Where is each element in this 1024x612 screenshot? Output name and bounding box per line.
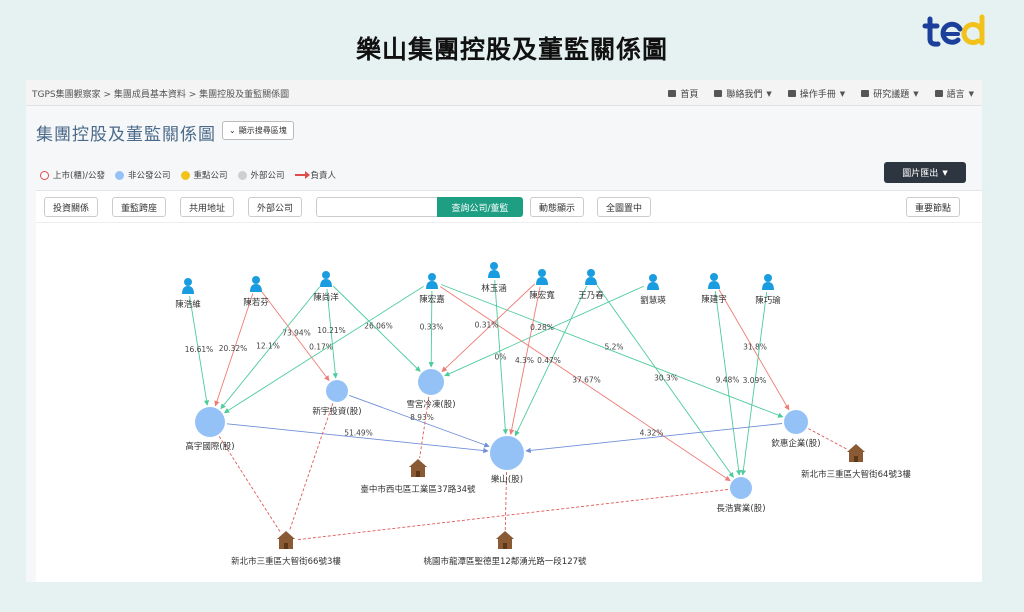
person-label: 陳宏寬 bbox=[529, 290, 555, 301]
app-window: TGPS集團觀察家 > 集團成員基本資料 > 集團控股及董監關係圖 首頁 聯絡我… bbox=[26, 80, 982, 582]
person-label: 陳尚洋 bbox=[313, 292, 339, 303]
address-node[interactable]: 桃園市龍潭區聖德里12鄰湧光路一段127號 bbox=[423, 531, 587, 567]
company-node[interactable]: 長浩實業(股) bbox=[716, 477, 766, 514]
edge-label: 16.61% bbox=[185, 345, 214, 354]
address-label: 新北市三重區大智街66號3樓 bbox=[231, 556, 341, 567]
person-node[interactable]: 陳浩維 bbox=[175, 278, 201, 310]
company-label: 長浩實業(股) bbox=[716, 503, 765, 514]
edge-label: 0.17% bbox=[309, 343, 333, 352]
person-label: 王乃春 bbox=[578, 290, 604, 301]
person-node[interactable]: 陳建宇 bbox=[701, 273, 727, 305]
graph-panel: 投資關係 董監跨座 共用地址 外部公司 查詢公司/董監 動態顯示 全圖置中 重要… bbox=[36, 190, 982, 582]
edge-label: 37.67% bbox=[572, 376, 601, 385]
edge-label: 20.32% bbox=[219, 344, 248, 353]
person-node[interactable]: 林玉涵 bbox=[481, 262, 507, 294]
person-node[interactable]: 王乃春 bbox=[578, 269, 604, 301]
person-node[interactable]: 陳尚洋 bbox=[313, 271, 339, 303]
edge-address bbox=[296, 489, 729, 541]
company-node[interactable]: 樂山(股) bbox=[490, 436, 524, 485]
person-node[interactable]: 陳巧瑜 bbox=[755, 274, 781, 306]
person-label: 劉慧瑛 bbox=[640, 295, 666, 306]
page-title: 樂山集團控股及董監關係圖 bbox=[355, 35, 668, 64]
edge-label: 10.21% bbox=[317, 326, 346, 335]
address-label: 桃園市龍潭區聖德里12鄰湧光路一段127號 bbox=[423, 556, 587, 567]
company-label: 新宇投資(股) bbox=[312, 406, 361, 417]
person-node[interactable]: 陳若芬 bbox=[243, 276, 269, 308]
edge-label: 0.31% bbox=[475, 321, 499, 330]
edge-label: 73.94% bbox=[282, 329, 311, 338]
brand-logo bbox=[922, 14, 985, 47]
company-node[interactable]: 雪宮冷凍(股) bbox=[406, 369, 456, 410]
edge-label: 0.28% bbox=[530, 323, 554, 332]
company-node[interactable]: 新宇投資(股) bbox=[312, 380, 362, 417]
edge-label: 0% bbox=[495, 353, 507, 362]
address-label: 臺中市西屯區工業區37路34號 bbox=[360, 484, 476, 495]
company-label: 高宇國際(股) bbox=[185, 441, 234, 452]
address-label: 新北市三重區大智街64號3樓 bbox=[801, 469, 911, 480]
person-label: 陳宏嘉 bbox=[419, 294, 445, 305]
edge-label: 9.48% bbox=[716, 376, 740, 385]
edge-label: 0.47% bbox=[537, 356, 561, 365]
edge-label: 30.3% bbox=[654, 374, 678, 383]
company-node[interactable]: 高宇國際(股) bbox=[185, 407, 235, 452]
person-label: 林玉涵 bbox=[481, 283, 507, 294]
relationship-graph[interactable]: 16.61% 20.32% 73.94%12.1% 10.21% 26.06% 0.17%… bbox=[26, 80, 982, 582]
edge-label: 3.09% bbox=[743, 376, 767, 385]
edge-label: 5.2% bbox=[604, 343, 623, 352]
address-node[interactable]: 臺中市西屯區工業區37路34號 bbox=[360, 459, 476, 495]
person-node[interactable]: 陳宏嘉 bbox=[419, 273, 445, 305]
company-node[interactable]: 欽惠企業(股) bbox=[771, 410, 821, 449]
person-node[interactable]: 劉慧瑛 bbox=[640, 274, 666, 306]
edge-label: 8.93% bbox=[410, 413, 434, 422]
company-label: 欽惠企業(股) bbox=[771, 438, 820, 449]
edge-label: 31.8% bbox=[743, 343, 767, 352]
edge-address bbox=[289, 403, 334, 531]
person-label: 陳建宇 bbox=[701, 294, 727, 305]
edge-label: 4.32% bbox=[640, 429, 664, 438]
company-label: 雪宮冷凍(股) bbox=[406, 399, 455, 410]
edge-label: 26.06% bbox=[364, 322, 393, 331]
edge-label: 51.49% bbox=[344, 429, 373, 438]
person-label: 陳浩維 bbox=[175, 299, 201, 310]
person-label: 陳巧瑜 bbox=[755, 295, 781, 306]
address-node[interactable]: 新北市三重區大智街64號3樓 bbox=[801, 444, 911, 480]
edge-label: 4.3% bbox=[515, 356, 534, 365]
edge-label: 12.1% bbox=[256, 342, 280, 351]
company-label: 樂山(股) bbox=[491, 474, 523, 485]
person-label: 陳若芬 bbox=[243, 297, 269, 308]
edge-label: 0.33% bbox=[420, 323, 444, 332]
